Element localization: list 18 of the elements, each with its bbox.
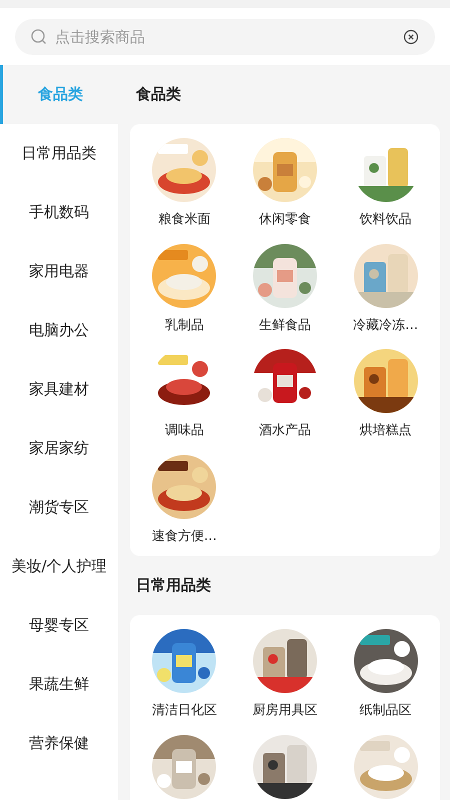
- category-label[interactable]: 清洁日化区: [152, 701, 217, 720]
- category-label[interactable]: 酒水产品: [258, 421, 311, 440]
- category-label[interactable]: 休闲零食: [258, 210, 311, 230]
- category-label[interactable]: 调味品: [164, 421, 204, 440]
- category-label[interactable]: 饮料饮品: [360, 210, 412, 230]
- category-label[interactable]: 粮食米面: [158, 210, 210, 230]
- clear-icon[interactable]: [403, 28, 419, 44]
- section-title: 食品类: [136, 84, 181, 106]
- section-title: 日常用品类: [136, 575, 211, 596]
- category-label[interactable]: 速食方便…: [152, 526, 217, 546]
- category-label[interactable]: 乳制品: [164, 316, 204, 335]
- search-field[interactable]: 点击搜索商品: [15, 18, 435, 54]
- search-icon: [31, 28, 47, 44]
- category-label[interactable]: 烘培糕点: [360, 421, 412, 440]
- category-label[interactable]: 冷藏冷冻…: [353, 316, 418, 335]
- category-label[interactable]: 纸制品区: [360, 701, 412, 720]
- category-label[interactable]: 生鲜食品: [258, 316, 311, 335]
- category-label[interactable]: 厨房用具区: [252, 701, 318, 720]
